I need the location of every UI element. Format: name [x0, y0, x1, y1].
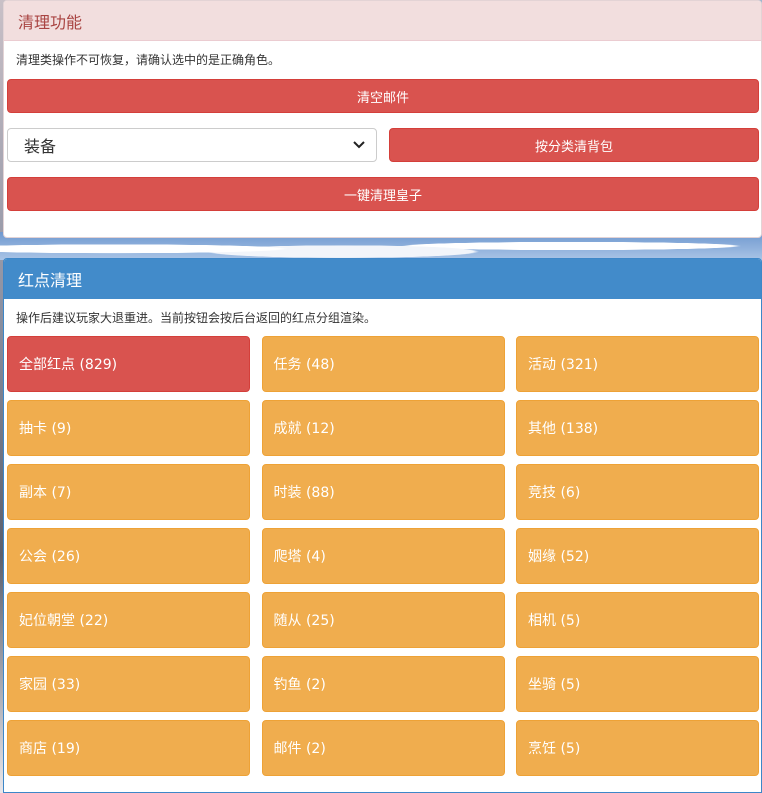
red-dot-button[interactable]: 姻缘 (52): [516, 528, 759, 584]
red-dot-button[interactable]: 活动 (321): [516, 336, 759, 392]
red-dot-button[interactable]: 抽卡 (9): [7, 400, 250, 456]
red-dot-button[interactable]: 烹饪 (5): [516, 720, 759, 776]
red-dot-button[interactable]: 坐骑 (5): [516, 656, 759, 712]
red-dot-button[interactable]: 其他 (138): [516, 400, 759, 456]
clear-panel-hint: 清理类操作不可恢复，请确认选中的是正确角色。: [16, 53, 281, 67]
red-dot-button[interactable]: 公会 (26): [7, 528, 250, 584]
red-dot-button[interactable]: 随从 (25): [261, 592, 505, 648]
bag-category-selected-value: 装备: [24, 137, 57, 156]
red-dot-button[interactable]: 成就 (12): [261, 400, 505, 456]
clear-mail-button[interactable]: 清空邮件: [7, 79, 759, 113]
clear-bag-by-category-button[interactable]: 按分类清背包: [389, 128, 759, 162]
red-dot-button[interactable]: 商店 (19): [7, 720, 250, 776]
red-dot-button[interactable]: 家园 (33): [7, 656, 250, 712]
chevron-down-icon: [352, 138, 366, 152]
red-dot-clear-panel: 红点清理 操作后建议玩家大退重进。当前按钮会按后台返回的红点分组渲染。 全部红点…: [3, 258, 762, 793]
red-dot-button[interactable]: 钓鱼 (2): [261, 656, 505, 712]
red-dot-button[interactable]: 时装 (88): [261, 464, 505, 520]
red-dot-button[interactable]: 妃位朝堂 (22): [7, 592, 250, 648]
red-dot-button[interactable]: 邮件 (2): [261, 720, 505, 776]
red-panel-title: 红点清理: [4, 259, 761, 299]
red-dot-button-grid: 全部红点 (829) 任务 (48) 活动 (321) 抽卡 (9) 成就 (1…: [7, 336, 759, 776]
red-dot-button[interactable]: 任务 (48): [261, 336, 505, 392]
clear-functions-panel: 清理功能 清理类操作不可恢复，请确认选中的是正确角色。 清空邮件 装备 按分类清…: [3, 0, 762, 238]
red-panel-hint: 操作后建议玩家大退重进。当前按钮会按后台返回的红点分组渲染。: [16, 311, 377, 325]
red-dot-button[interactable]: 爬塔 (4): [261, 528, 505, 584]
red-dot-button[interactable]: 全部红点 (829): [7, 336, 250, 392]
red-dot-button[interactable]: 竞技 (6): [516, 464, 759, 520]
bag-category-select[interactable]: 装备: [7, 128, 377, 162]
red-dot-button[interactable]: 相机 (5): [516, 592, 759, 648]
clear-panel-title: 清理功能: [4, 1, 761, 41]
red-dot-button[interactable]: 副本 (7): [7, 464, 250, 520]
clear-prince-button[interactable]: 一键清理皇子: [7, 177, 759, 211]
